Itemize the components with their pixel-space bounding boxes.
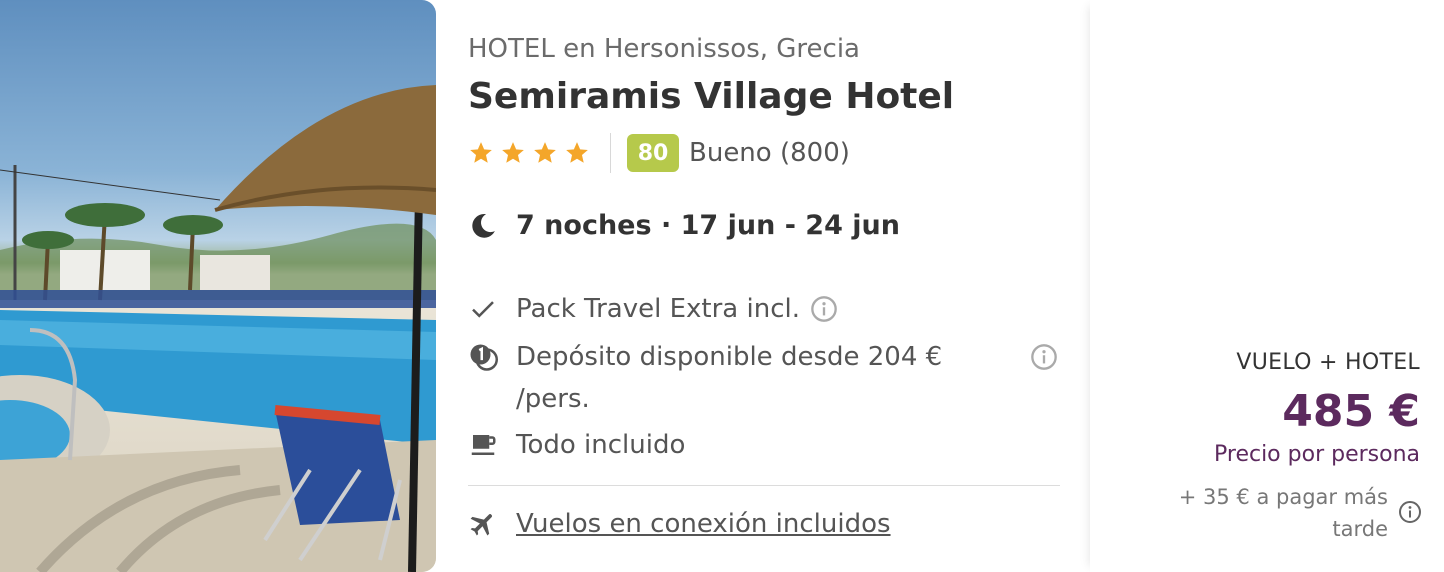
feature-deposit: Depósito disponible desde 204 € /pers. <box>468 336 1060 420</box>
features-divider <box>468 485 1060 486</box>
star-icon <box>534 142 556 163</box>
feature-board: Todo incluido <box>468 424 685 466</box>
price-panel[interactable]: VUELO + HOTEL 485 € Precio por persona +… <box>1090 0 1444 572</box>
stay-dates: 7 noches · 17 jun - 24 jun <box>468 210 900 241</box>
check-icon <box>472 301 494 318</box>
price-extra-note: + 35 € a pagar más tarde <box>1178 485 1388 541</box>
info-icon[interactable] <box>1030 343 1058 371</box>
airplane-icon <box>470 514 492 536</box>
star-icon <box>566 142 588 163</box>
feature-deposit-text: Depósito disponible desde 204 € /pers. <box>516 342 943 414</box>
hotel-photo-illustration <box>0 85 436 572</box>
flights-link[interactable]: Vuelos en conexión incluidos <box>516 503 891 545</box>
coffee-cup-icon <box>471 435 496 455</box>
price-amount: 485 € <box>1282 386 1420 437</box>
rating-row: 80 Bueno (800) <box>468 133 850 173</box>
feature-board-text: Todo incluido <box>516 430 686 460</box>
hotel-name[interactable]: Semiramis Village Hotel <box>468 76 954 117</box>
hotel-photo[interactable] <box>0 0 436 572</box>
info-icon[interactable] <box>810 295 838 323</box>
moon-icon <box>472 213 495 238</box>
coin-one-icon <box>470 344 498 371</box>
price-per-person-label: Precio por persona <box>1214 442 1420 467</box>
feature-pack: Pack Travel Extra incl. <box>468 288 838 330</box>
info-icon[interactable] <box>1398 500 1422 524</box>
star-icon <box>502 142 524 163</box>
rating-divider <box>610 133 611 173</box>
hotel-location: HOTEL en Hersonissos, Grecia <box>468 34 860 64</box>
package-type-label: VUELO + HOTEL <box>1236 350 1420 375</box>
stay-dates-text: 7 noches · 17 jun - 24 jun <box>516 210 900 241</box>
review-score-badge: 80 <box>627 134 679 172</box>
feature-flights[interactable]: Vuelos en conexión incluidos <box>468 503 891 545</box>
hotel-result-card[interactable]: HOTEL en Hersonissos, Grecia Semiramis V… <box>0 0 1444 572</box>
star-rating <box>468 140 590 166</box>
feature-pack-text: Pack Travel Extra incl. <box>516 294 800 324</box>
review-score-label[interactable]: Bueno (800) <box>689 138 850 168</box>
star-icon <box>470 142 492 163</box>
